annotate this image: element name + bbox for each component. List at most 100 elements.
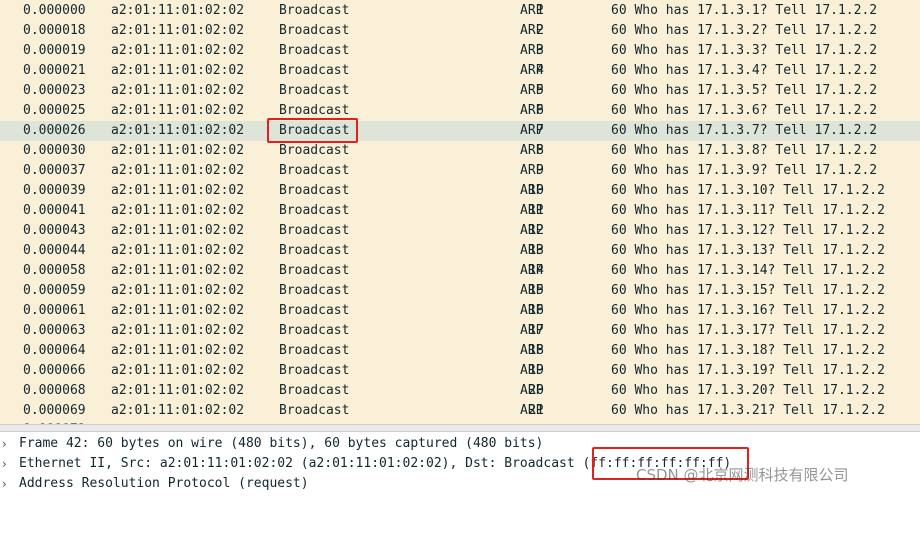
packet-info: 60 Who has 17.1.3.5? Tell 17.1.2.2 [611,81,877,101]
packet-row[interactable]: 0.000026 a2:01:11:01:02:02 Broadcast 7 ARP 60… [0,121,920,141]
packet-time: 0.000019 [23,43,86,58]
packet-row[interactable]: 0.000037 a2:01:11:01:02:02 Broadcast 9 ARP 60… [0,161,920,181]
packet-destination: Broadcast [279,223,350,238]
packet-row[interactable]: 0.000069 a2:01:11:01:02:02 Broadcast 21 ARP 6… [0,401,920,421]
packet-time: 0.000066 [23,363,86,378]
packet-row[interactable]: 0.000021 a2:01:11:01:02:02 Broadcast 4 ARP 60… [0,61,920,81]
chevron-right-icon[interactable]: › [2,454,14,474]
packet-destination: Broadcast [279,183,350,198]
detail-arp-text: Address Resolution Protocol (request) [19,476,309,491]
packet-info: 60 Who has 17.1.3.20? Tell 17.1.2.2 [611,381,885,401]
packet-length: 60 [611,183,627,198]
packet-time: 0.000044 [23,243,86,258]
pane-splitter[interactable] [0,424,920,432]
packet-row[interactable]: 0.000064 a2:01:11:01:02:02 Broadcast 18 ARP 6… [0,341,920,361]
packet-info: 60 Who has 17.1.3.2? Tell 17.1.2.2 [611,21,877,41]
packet-destination: Broadcast [279,343,350,358]
packet-row[interactable]: 0.000044 a2:01:11:01:02:02 Broadcast 13 ARP 6… [0,241,920,261]
packet-info-text: Who has 17.1.3.1? Tell 17.1.2.2 [634,3,878,18]
packet-destination: Broadcast [279,143,350,158]
packet-protocol: ARP [520,303,544,318]
packet-info-text: Who has 17.1.3.3? Tell 17.1.2.2 [634,43,878,58]
packet-info-text: Who has 17.1.3.21? Tell 17.1.2.2 [634,403,885,418]
packet-length: 60 [611,403,627,418]
packet-row[interactable]: 0.000018 a2:01:11:01:02:02 Broadcast 2 ARP 60… [0,21,920,41]
packet-row[interactable]: 0.000030 a2:01:11:01:02:02 Broadcast 8 ARP 60… [0,141,920,161]
detail-row-frame[interactable]: › Frame 42: 60 bytes on wire (480 bits),… [0,434,920,454]
packet-time: 0.000000 [23,3,86,18]
packet-source: a2:01:11:01:02:02 [111,183,245,198]
packet-destination: Broadcast [279,123,350,138]
packet-info: 60 Who has 17.1.3.14? Tell 17.1.2.2 [611,261,885,281]
packet-info: 60 Who has 17.1.3.16? Tell 17.1.2.2 [611,301,885,321]
packet-destination: Broadcast [279,103,350,118]
packet-info: 60 Who has 17.1.3.21? Tell 17.1.2.2 [611,401,885,421]
packet-info-text: Who has 17.1.3.17? Tell 17.1.2.2 [634,323,885,338]
packet-row[interactable]: 0.000019 a2:01:11:01:02:02 Broadcast 3 ARP 60… [0,41,920,61]
packet-info-text: Who has 17.1.3.14? Tell 17.1.2.2 [634,263,885,278]
packet-row[interactable]: 0.000043 a2:01:11:01:02:02 Broadcast 12 ARP 6… [0,221,920,241]
packet-info: 60 Who has 17.1.3.15? Tell 17.1.2.2 [611,281,885,301]
packet-row[interactable]: 0.000039 a2:01:11:01:02:02 Broadcast 10 ARP 6… [0,181,920,201]
packet-protocol: ARP [520,403,544,418]
packet-destination: Broadcast [279,63,350,78]
packet-list[interactable]: 0.000000 a2:01:11:01:02:02 Broadcast 1 ARP 60… [0,0,920,424]
packet-info: 60 Who has 17.1.3.19? Tell 17.1.2.2 [611,361,885,381]
packet-time: 0.000063 [23,323,86,338]
packet-destination: Broadcast [279,263,350,278]
packet-info-text: Who has 17.1.3.6? Tell 17.1.2.2 [634,103,878,118]
packet-info: 60 Who has 17.1.3.10? Tell 17.1.2.2 [611,181,885,201]
packet-info: 60 Who has 17.1.3.1? Tell 17.1.2.2 [611,1,877,21]
packet-source: a2:01:11:01:02:02 [111,243,245,258]
packet-length: 60 [611,303,627,318]
packet-protocol: ARP [520,263,544,278]
packet-protocol: ARP [520,43,544,58]
packet-length: 60 [611,23,627,38]
packet-row[interactable]: 0.000063 a2:01:11:01:02:02 Broadcast 17 ARP 6… [0,321,920,341]
packet-length: 60 [611,203,627,218]
packet-row[interactable]: 0.000059 a2:01:11:01:02:02 Broadcast 15 ARP 6… [0,281,920,301]
packet-info-text: Who has 17.1.3.8? Tell 17.1.2.2 [634,143,878,158]
packet-source: a2:01:11:01:02:02 [111,83,245,98]
packet-destination: Broadcast [279,23,350,38]
packet-time: 0.000021 [23,63,86,78]
packet-source: a2:01:11:01:02:02 [111,323,245,338]
chevron-right-icon[interactable]: › [2,474,14,494]
packet-source: a2:01:11:01:02:02 [111,283,245,298]
packet-info-text: Who has 17.1.3.5? Tell 17.1.2.2 [634,83,878,98]
packet-protocol: ARP [520,343,544,358]
packet-row[interactable]: 0.000061 a2:01:11:01:02:02 Broadcast 16 ARP 6… [0,301,920,321]
packet-source: a2:01:11:01:02:02 [111,203,245,218]
packet-source: a2:01:11:01:02:02 [111,163,245,178]
packet-time: 0.000023 [23,83,86,98]
packet-row[interactable]: 0.000066 a2:01:11:01:02:02 Broadcast 19 ARP 6… [0,361,920,381]
packet-source: a2:01:11:01:02:02 [111,143,245,158]
packet-length: 60 [611,103,627,118]
packet-length: 60 [611,143,627,158]
packet-length: 60 [611,323,627,338]
packet-info: 60 Who has 17.1.3.7? Tell 17.1.2.2 [611,121,877,141]
packet-destination: Broadcast [279,243,350,258]
packet-info: 60 Who has 17.1.3.8? Tell 17.1.2.2 [611,141,877,161]
packet-time: 0.000061 [23,303,86,318]
packet-row[interactable]: 0.000025 a2:01:11:01:02:02 Broadcast 6 ARP 60… [0,101,920,121]
packet-source: a2:01:11:01:02:02 [111,23,245,38]
packet-info-text: Who has 17.1.3.20? Tell 17.1.2.2 [634,383,885,398]
packet-length: 60 [611,283,627,298]
packet-row[interactable]: 0.000058 a2:01:11:01:02:02 Broadcast 14 ARP 6… [0,261,920,281]
packet-row[interactable]: 0.000023 a2:01:11:01:02:02 Broadcast 5 ARP 60… [0,81,920,101]
packet-time: 0.000026 [23,123,86,138]
packet-length: 60 [611,63,627,78]
packet-info: 60 Who has 17.1.3.12? Tell 17.1.2.2 [611,221,885,241]
packet-info-text: Who has 17.1.3.13? Tell 17.1.2.2 [634,243,885,258]
packet-row[interactable]: 0.000068 a2:01:11:01:02:02 Broadcast 20 ARP 6… [0,381,920,401]
packet-source: a2:01:11:01:02:02 [111,263,245,278]
packet-row[interactable]: 0.000041 a2:01:11:01:02:02 Broadcast 11 ARP 6… [0,201,920,221]
chevron-right-icon[interactable]: › [2,434,14,454]
packet-time: 0.000069 [23,403,86,418]
packet-row[interactable]: 0.000000 a2:01:11:01:02:02 Broadcast 1 ARP 60… [0,1,920,21]
packet-info-text: Who has 17.1.3.18? Tell 17.1.2.2 [634,343,885,358]
packet-time: 0.000058 [23,263,86,278]
packet-destination: Broadcast [279,403,350,418]
packet-info: 60 Who has 17.1.3.13? Tell 17.1.2.2 [611,241,885,261]
